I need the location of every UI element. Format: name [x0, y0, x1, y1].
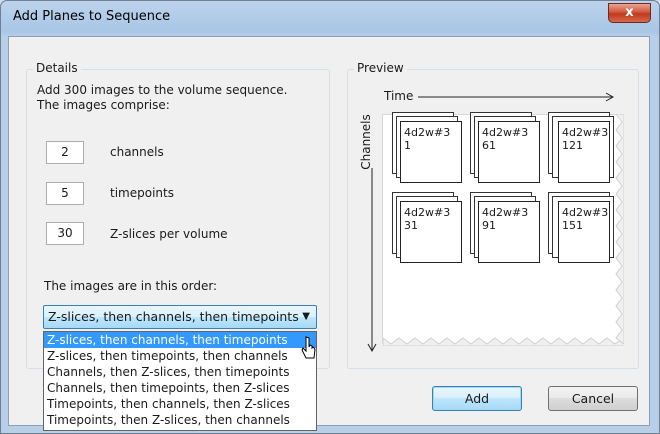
channels-input[interactable]: 2	[46, 141, 84, 164]
channels-label: channels	[110, 145, 164, 159]
cancel-button[interactable]: Cancel	[548, 386, 638, 411]
preview-card: 4d2w#3 1	[400, 121, 462, 183]
preview-card: 4d2w#3 31	[400, 201, 462, 263]
intro-text: Add 300 images to the volume sequence. T…	[37, 83, 288, 113]
intro-line-2: The images comprise:	[37, 98, 170, 112]
timepoints-input[interactable]: 5	[46, 182, 84, 205]
channels-axis-label: Channels	[359, 114, 373, 170]
time-axis-label: Time	[384, 89, 414, 103]
chevron-down-icon[interactable]: ▼	[302, 306, 310, 328]
order-select-value: Z-slices, then channels, then timepoints	[48, 309, 299, 324]
timepoints-label: timepoints	[110, 186, 174, 200]
channels-axis-arrow	[367, 168, 377, 353]
preview-card: 4d2w#3 61	[478, 121, 540, 183]
time-axis-arrow	[418, 92, 615, 102]
preview-group-title: Preview	[354, 61, 407, 75]
order-option[interactable]: Z-slices, then timepoints, then channels	[44, 348, 316, 364]
order-option[interactable]: Timepoints, then channels, then Z-slices	[44, 396, 316, 412]
order-option[interactable]: Channels, then timepoints, then Z-slices	[44, 380, 316, 396]
zslices-label: Z-slices per volume	[110, 227, 228, 241]
order-select[interactable]: Z-slices, then channels, then timepoints…	[43, 305, 317, 329]
zslices-input[interactable]: 30	[46, 222, 84, 245]
intro-line-1: Add 300 images to the volume sequence.	[37, 83, 288, 97]
preview-card: 4d2w#3 151	[558, 201, 610, 263]
window-title: Add Planes to Sequence	[13, 9, 171, 24]
close-icon: x	[625, 5, 634, 20]
order-option[interactable]: Z-slices, then channels, then timepoints	[44, 332, 316, 348]
add-button[interactable]: Add	[432, 386, 522, 411]
order-option[interactable]: Channels, then Z-slices, then timepoints	[44, 364, 316, 380]
details-group-title: Details	[33, 61, 81, 75]
preview-torn-edge	[383, 337, 623, 346]
mouse-cursor-icon	[301, 336, 316, 359]
preview-torn-right-edge	[615, 114, 624, 344]
preview-card: 4d2w#3 91	[478, 201, 540, 263]
preview-card: 4d2w#3 121	[558, 121, 610, 183]
order-label: The images are in this order:	[44, 279, 218, 293]
title-bar[interactable]: Add Planes to Sequence	[1, 1, 659, 37]
close-button[interactable]: x	[608, 3, 651, 23]
order-dropdown-list: Z-slices, then channels, then timepoints…	[43, 331, 317, 431]
order-option[interactable]: Timepoints, then Z-slices, then channels	[44, 412, 316, 428]
